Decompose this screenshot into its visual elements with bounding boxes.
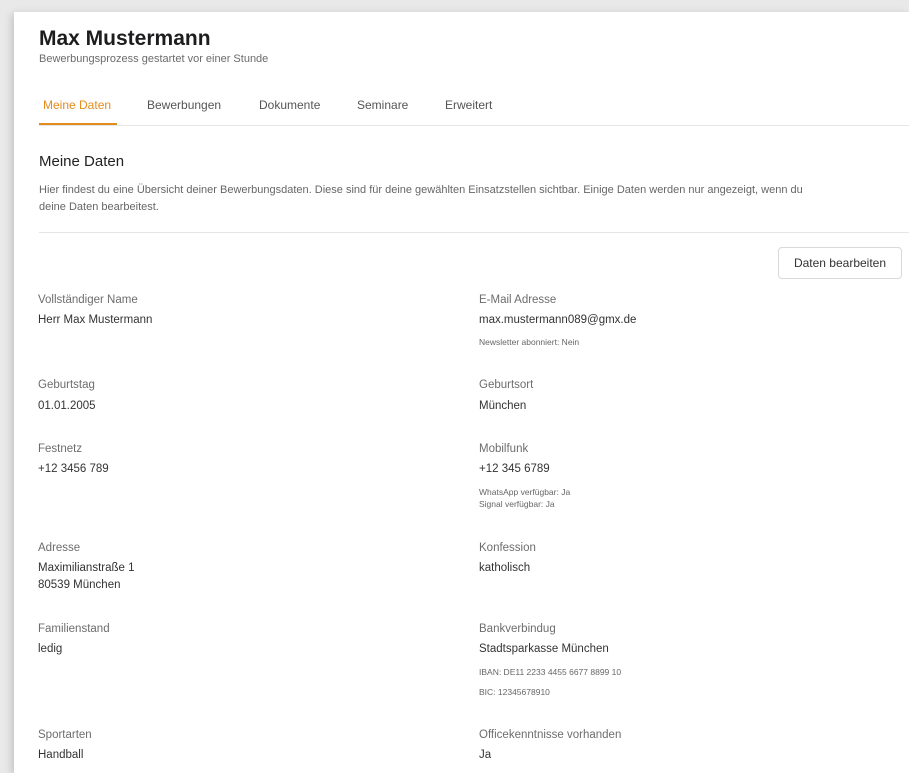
birthplace-value: München xyxy=(479,400,527,412)
section-divider xyxy=(39,232,909,233)
page-subtitle: Bewerbungsprozess gestartet vor einer St… xyxy=(39,53,269,65)
email-value: max.mustermann089@gmx.de xyxy=(479,314,637,326)
section-description: Hier findest du eine Übersicht deiner Be… xyxy=(39,184,803,213)
section-title: Meine Daten xyxy=(39,153,125,170)
marital-status-value: ledig xyxy=(38,643,63,655)
full-name-value: Herr Max Mustermann xyxy=(38,314,153,326)
bank-label: Bankverbindug xyxy=(479,623,556,635)
confession-label: Konfession xyxy=(479,542,536,554)
address-label: Adresse xyxy=(38,542,81,554)
tab-meine-daten[interactable]: Meine Daten xyxy=(43,98,111,112)
tab-erweitert[interactable]: Erweitert xyxy=(445,98,492,112)
bank-name-value: Stadtsparkasse München xyxy=(479,643,609,655)
mobile-value: +12 345 6789 xyxy=(479,463,550,475)
edit-data-button[interactable]: Daten bearbeiten xyxy=(778,247,902,279)
mobile-label: Mobilfunk xyxy=(479,443,529,455)
office-skills-label: Officekenntnisse vorhanden xyxy=(479,729,622,741)
email-label: E-Mail Adresse xyxy=(479,294,557,306)
landline-label: Festnetz xyxy=(38,443,83,455)
tab-seminare[interactable]: Seminare xyxy=(357,98,408,112)
newsletter-status: Newsletter abonniert: Nein xyxy=(479,337,580,347)
office-skills-value: Ja xyxy=(479,749,492,761)
signal-status: Signal verfügbar: Ja xyxy=(479,499,555,509)
sports-label: Sportarten xyxy=(38,729,92,741)
birthday-label: Geburtstag xyxy=(38,379,95,391)
birthplace-label: Geburtsort xyxy=(479,379,534,391)
page-title: Max Mustermann xyxy=(39,27,211,50)
address-line-1: Maximilianstraße 1 xyxy=(38,562,135,574)
tab-bewerbungen[interactable]: Bewerbungen xyxy=(147,98,221,112)
landline-value: +12 3456 789 xyxy=(38,463,109,475)
full-name-label: Vollständiger Name xyxy=(38,294,138,306)
active-tab-indicator xyxy=(39,123,117,125)
address-line-2: 80539 München xyxy=(38,579,121,591)
birthday-value: 01.01.2005 xyxy=(38,400,96,412)
bic-value: BIC: 12345678910 xyxy=(479,687,550,697)
confession-value: katholisch xyxy=(479,562,531,574)
profile-card: Max Mustermann Bewerbungsprozess gestart… xyxy=(14,12,909,773)
whatsapp-status: WhatsApp verfügbar: Ja xyxy=(479,487,571,497)
sports-value: Handball xyxy=(38,749,84,761)
tab-dokumente[interactable]: Dokumente xyxy=(259,98,320,112)
iban-value: IBAN: DE11 2233 4455 6677 8899 10 xyxy=(479,667,622,677)
tab-bar-divider xyxy=(39,125,909,126)
marital-status-label: Familienstand xyxy=(38,623,110,635)
